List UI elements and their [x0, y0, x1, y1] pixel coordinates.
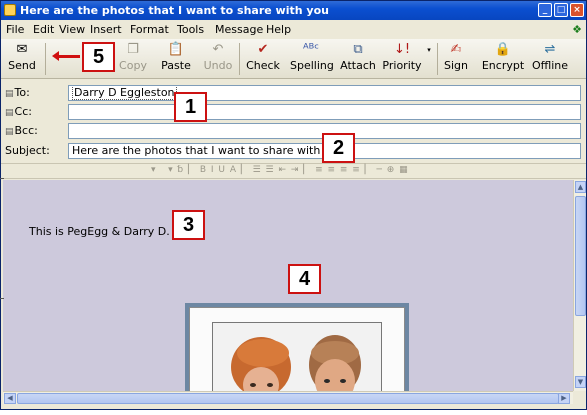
cc-row: ▤Cc:	[1, 103, 586, 120]
maximize-button[interactable]: □	[554, 3, 568, 17]
bcc-label[interactable]: ▤Bcc:	[5, 124, 38, 137]
menu-bar: File Edit View Insert Format Tools Messa…	[1, 21, 586, 38]
sign-icon: ✍	[450, 42, 462, 57]
title-bar[interactable]: Here are the photos that I want to share…	[1, 1, 586, 20]
callout-3: 3	[172, 210, 205, 240]
menu-tools[interactable]: Tools	[177, 23, 204, 36]
address-book-icon: ▤	[5, 89, 14, 99]
chevron-down-icon: ▾	[427, 46, 431, 54]
address-book-icon: ▤	[5, 108, 14, 118]
formatting-toolbar: ▾ ▾ ␢ ▏ B I U A ▏ ☰ ☰ ⇤ ⇥ ▏ ≡ ≡ ≡ ≡ ▏ ─ …	[1, 163, 586, 179]
callout-1: 1	[174, 92, 207, 122]
menu-view[interactable]: View	[59, 23, 85, 36]
callout-5: 5	[82, 42, 115, 72]
scroll-up-arrow[interactable]: ▲	[575, 181, 586, 193]
encrypt-button[interactable]: 🔒 Encrypt	[481, 41, 525, 77]
menu-message[interactable]: Message	[215, 23, 263, 36]
to-label[interactable]: ▤To:	[5, 86, 30, 99]
subject-label: Subject:	[5, 144, 50, 157]
copy-icon: ❐	[127, 42, 139, 57]
toolbar-separator	[437, 43, 438, 75]
callout-5-arrow	[52, 51, 80, 61]
cc-field[interactable]	[68, 104, 581, 120]
menu-edit[interactable]: Edit	[33, 23, 54, 36]
menu-help[interactable]: Help	[266, 23, 291, 36]
close-button[interactable]: ×	[570, 3, 584, 17]
windows-flag-icon: ❖	[572, 23, 582, 36]
undo-icon: ↶	[212, 42, 224, 57]
recipient-name: Darry D Eggleston	[72, 86, 177, 100]
priority-button[interactable]: ↓! Priority	[381, 41, 423, 77]
horizontal-scroll-thumb[interactable]	[17, 393, 559, 404]
spelling-button[interactable]: ᴬᴮᶜ Spelling	[290, 41, 334, 77]
vertical-scrollbar[interactable]: ▲ ▼	[573, 180, 586, 391]
vertical-scroll-thumb[interactable]	[575, 196, 586, 316]
menu-file[interactable]: File	[6, 23, 24, 36]
compose-message-icon	[4, 4, 16, 16]
priority-dropdown-arrow[interactable]: ▾	[425, 41, 433, 77]
scroll-down-arrow[interactable]: ▼	[575, 376, 586, 388]
message-headers: ▤To: Darry D Eggleston ▤Cc: ▤Bcc: Subjec…	[1, 81, 586, 163]
callout-2: 2	[322, 133, 355, 163]
check-names-button[interactable]: ✔ Check	[245, 41, 281, 77]
photo-image	[212, 322, 382, 391]
check-names-icon: ✔	[257, 42, 269, 57]
callout-4: 4	[288, 264, 321, 294]
offline-button[interactable]: ⇌ Offline	[530, 41, 570, 77]
toolbar-separator	[45, 43, 46, 75]
bcc-row: ▤Bcc:	[1, 122, 586, 139]
menu-format[interactable]: Format	[130, 23, 169, 36]
copy-button[interactable]: ❐ Copy	[117, 41, 149, 77]
window-title: Here are the photos that I want to share…	[20, 4, 329, 17]
offline-icon: ⇌	[544, 42, 556, 57]
scroll-left-arrow[interactable]: ◀	[4, 393, 16, 404]
scroll-right-arrow[interactable]: ▶	[558, 393, 570, 404]
divider	[0, 298, 4, 299]
undo-button[interactable]: ↶ Undo	[203, 41, 233, 77]
cc-label[interactable]: ▤Cc:	[5, 105, 32, 118]
menu-insert[interactable]: Insert	[90, 23, 122, 36]
horizontal-scrollbar[interactable]: ◀ ▶	[3, 391, 573, 404]
priority-icon: ↓!	[393, 42, 411, 57]
to-field[interactable]: Darry D Eggleston	[68, 85, 581, 101]
encrypt-icon: 🔒	[494, 42, 512, 57]
message-text: This is PegEgg & Darry D.	[29, 225, 170, 238]
to-row: ▤To: Darry D Eggleston	[1, 84, 586, 101]
paperclip-icon: ⧉	[353, 42, 363, 57]
subject-row: Subject: Here are the photos that I want…	[1, 142, 586, 159]
photo-of-two-people	[213, 323, 381, 391]
divider	[0, 178, 4, 179]
minimize-button[interactable]: _	[538, 3, 552, 17]
attach-button[interactable]: ⧉ Attach	[340, 41, 376, 77]
paste-icon: 📋	[167, 42, 185, 57]
photo-mat	[189, 307, 405, 391]
inline-photo[interactable]	[185, 303, 409, 391]
spelling-icon: ᴬᴮᶜ	[302, 42, 320, 57]
sign-button[interactable]: ✍ Sign	[443, 41, 469, 77]
send-icon: ✉	[16, 42, 28, 57]
toolbar-separator	[239, 43, 240, 75]
paste-button[interactable]: 📋 Paste	[159, 41, 193, 77]
address-book-icon: ▤	[5, 127, 14, 137]
formatting-buttons-disabled: ▾ ▾ ␢ ▏ B I U A ▏ ☰ ☰ ⇤ ⇥ ▏ ≡ ≡ ≡ ≡ ▏ ─ …	[151, 165, 409, 175]
send-button[interactable]: ✉ Send	[5, 41, 39, 77]
